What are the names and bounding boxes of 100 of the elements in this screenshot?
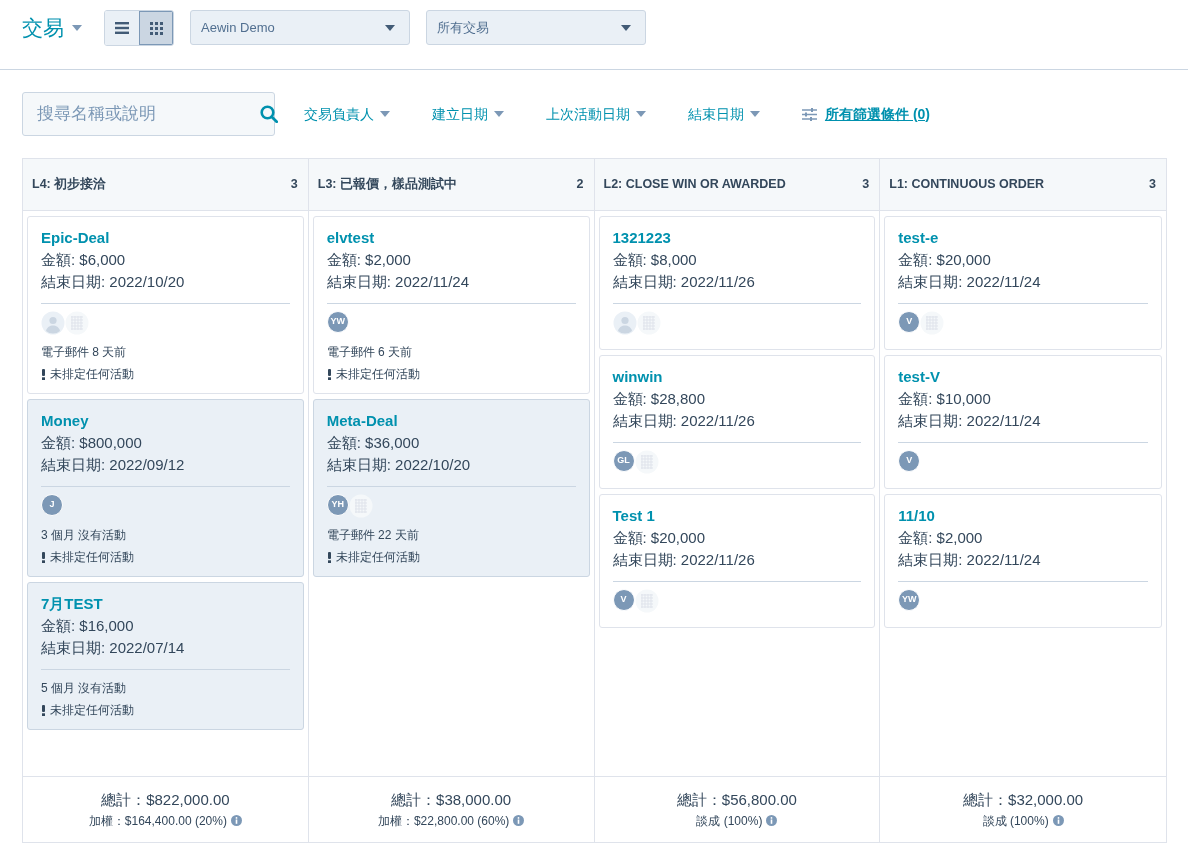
exclamation-icon — [326, 368, 332, 380]
filter-dropdown[interactable]: 結束日期 — [688, 103, 760, 125]
caret-icon — [380, 111, 390, 117]
deal-card[interactable]: Test 1 金額: $20,000 結束日期: 2022/11/26 V — [598, 494, 876, 628]
list-view-button[interactable] — [105, 11, 139, 45]
last-activity: 電子郵件 8 天前 — [41, 344, 128, 361]
deal-count: 3 — [862, 176, 870, 194]
deal-name-link[interactable]: winwin — [612, 366, 862, 388]
deal-card[interactable]: 7月TEST 金額: $16,000 結束日期: 2022/07/14 5 個月 沒有活動 未排定任何活動 — [27, 582, 304, 730]
search-field[interactable]: 搜尋名稱或說明 — [22, 92, 275, 136]
filter-dropdown[interactable]: 交易負責人 — [304, 103, 390, 125]
title-dropdown[interactable]: 交易 — [22, 10, 82, 46]
deal-amount: 金額: $36,000 — [326, 433, 421, 453]
column-total: 總計：$56,800.00 — [676, 790, 797, 811]
weighted-amount: 談成 (100%) — [696, 812, 763, 830]
caret-icon — [72, 25, 82, 31]
deal-amount: 金額: $800,000 — [41, 433, 143, 453]
building-avatar-icon — [348, 494, 373, 518]
next-activity: 未排定任何活動 — [335, 366, 420, 383]
building-avatar-icon — [634, 450, 659, 474]
column-title: L1: CONTINUOUS ORDER — [889, 176, 1045, 194]
search-icon — [260, 105, 278, 123]
deal-amount: 金額: $10,000 — [898, 389, 992, 409]
caret-icon — [750, 111, 760, 117]
deal-card[interactable]: 1321223 金額: $8,000 結束日期: 2022/11/26 — [598, 216, 876, 350]
deal-name-link[interactable]: Test 1 — [612, 505, 862, 527]
owner-avatar: J — [41, 494, 63, 516]
building-avatar-icon — [636, 311, 661, 335]
next-activity: 未排定任何活動 — [50, 366, 134, 383]
deal-amount: 金額: $20,000 — [898, 250, 992, 270]
building-avatar-icon — [65, 311, 89, 335]
owner-avatar: YH — [326, 494, 349, 516]
caret-icon — [494, 111, 504, 117]
deal-amount: 金額: $2,000 — [326, 250, 412, 270]
caret-icon — [621, 24, 631, 31]
owner-avatar: GL — [612, 450, 635, 472]
deal-card[interactable]: Meta-Deal 金額: $36,000 結束日期: 2022/10/20 YH 電子郵件 22 天前 未排定任何活動 — [312, 399, 590, 577]
deal-name-link[interactable]: elvtest — [326, 227, 576, 249]
filter-dropdown[interactable]: 建立日期 — [432, 103, 504, 125]
next-activity: 未排定任何活動 — [335, 549, 420, 566]
weighted-amount: 加權：$22,800.00 (60%) — [377, 812, 510, 830]
caret-icon — [636, 111, 646, 117]
person-avatar-icon — [612, 311, 637, 335]
caret-icon — [385, 24, 395, 31]
deal-name-link[interactable]: Epic-Deal — [41, 227, 290, 249]
column-title: L4: 初步接洽 — [32, 176, 107, 194]
next-activity: 未排定任何活動 — [50, 702, 134, 719]
close-date: 結束日期: 2022/09/12 — [41, 455, 186, 475]
info-icon — [766, 815, 778, 827]
grid-icon — [149, 21, 163, 35]
grid-view-button[interactable] — [139, 11, 173, 45]
deal-count: 3 — [290, 176, 298, 194]
close-date: 結束日期: 2022/07/14 — [41, 638, 186, 658]
column-total: 總計：$32,000.00 — [963, 790, 1084, 811]
deal-card[interactable]: test-V 金額: $10,000 結束日期: 2022/11/24 V — [884, 355, 1162, 489]
deal-name-link[interactable]: test-V — [898, 366, 1148, 388]
deal-card[interactable]: test-e 金額: $20,000 結束日期: 2022/11/24 V — [884, 216, 1162, 350]
deal-name-link[interactable]: 7月TEST — [41, 593, 290, 615]
deal-count: 2 — [576, 176, 584, 194]
close-date: 結束日期: 2022/10/20 — [41, 272, 186, 292]
column-title: L2: CLOSE WIN OR AWARDED — [603, 176, 786, 194]
deal-name-link[interactable]: 1321223 — [612, 227, 862, 249]
deal-amount: 金額: $28,800 — [612, 389, 707, 409]
owner-avatar: V — [898, 311, 921, 333]
deal-name-link[interactable]: 11/10 — [898, 505, 1148, 527]
owner-avatar: V — [898, 450, 921, 472]
last-activity: 電子郵件 6 天前 — [326, 344, 414, 361]
deal-filter-select[interactable]: 所有交易 — [426, 10, 646, 45]
close-date: 結束日期: 2022/10/20 — [326, 455, 472, 475]
owner-avatar: V — [612, 589, 635, 611]
column-total: 總計：$822,000.00 — [101, 790, 230, 811]
deal-amount: 金額: $8,000 — [612, 250, 698, 270]
deal-name-link[interactable]: Meta-Deal — [326, 410, 576, 432]
pipeline-select[interactable]: Aewin Demo — [190, 10, 410, 45]
deal-amount: 金額: $16,000 — [41, 616, 135, 636]
search-input[interactable]: 搜尋名稱或說明 — [35, 100, 260, 128]
close-date: 結束日期: 2022/11/24 — [898, 411, 1042, 431]
owner-avatar: YW — [898, 589, 921, 611]
all-filters-link[interactable]: 所有篩選條件 (0) — [825, 103, 930, 125]
exclamation-icon — [41, 551, 46, 563]
deal-amount: 金額: $6,000 — [41, 250, 127, 270]
filter-dropdown[interactable]: 上次活動日期 — [546, 103, 646, 125]
building-avatar-icon — [920, 311, 945, 335]
close-date: 結束日期: 2022/11/24 — [898, 550, 1042, 570]
building-avatar-icon — [634, 589, 659, 613]
deal-card[interactable]: winwin 金額: $28,800 結束日期: 2022/11/26 GL — [598, 355, 876, 489]
info-icon — [513, 815, 525, 827]
last-activity: 3 個月 沒有活動 — [41, 527, 128, 544]
exclamation-icon — [41, 704, 46, 716]
exclamation-icon — [41, 368, 46, 380]
deal-name-link[interactable]: test-e — [898, 227, 1148, 249]
deal-card[interactable]: elvtest 金額: $2,000 結束日期: 2022/11/24 YW 電子郵件 6 天前 未排定任何活動 — [312, 216, 590, 394]
deal-name-link[interactable]: Money — [41, 410, 290, 432]
sliders-icon — [802, 107, 817, 121]
deal-card[interactable]: 11/10 金額: $2,000 結束日期: 2022/11/24 YW — [884, 494, 1162, 628]
deal-card[interactable]: Money 金額: $800,000 結束日期: 2022/09/12 J 3 個月 沒有活動 未排定任何活動 — [27, 399, 304, 577]
info-icon — [230, 815, 242, 827]
close-date: 結束日期: 2022/11/24 — [326, 272, 471, 292]
deal-card[interactable]: Epic-Deal 金額: $6,000 結束日期: 2022/10/20 電子郵件 8 天前 未排定任何活動 — [27, 216, 304, 394]
close-date: 結束日期: 2022/11/26 — [612, 272, 756, 292]
